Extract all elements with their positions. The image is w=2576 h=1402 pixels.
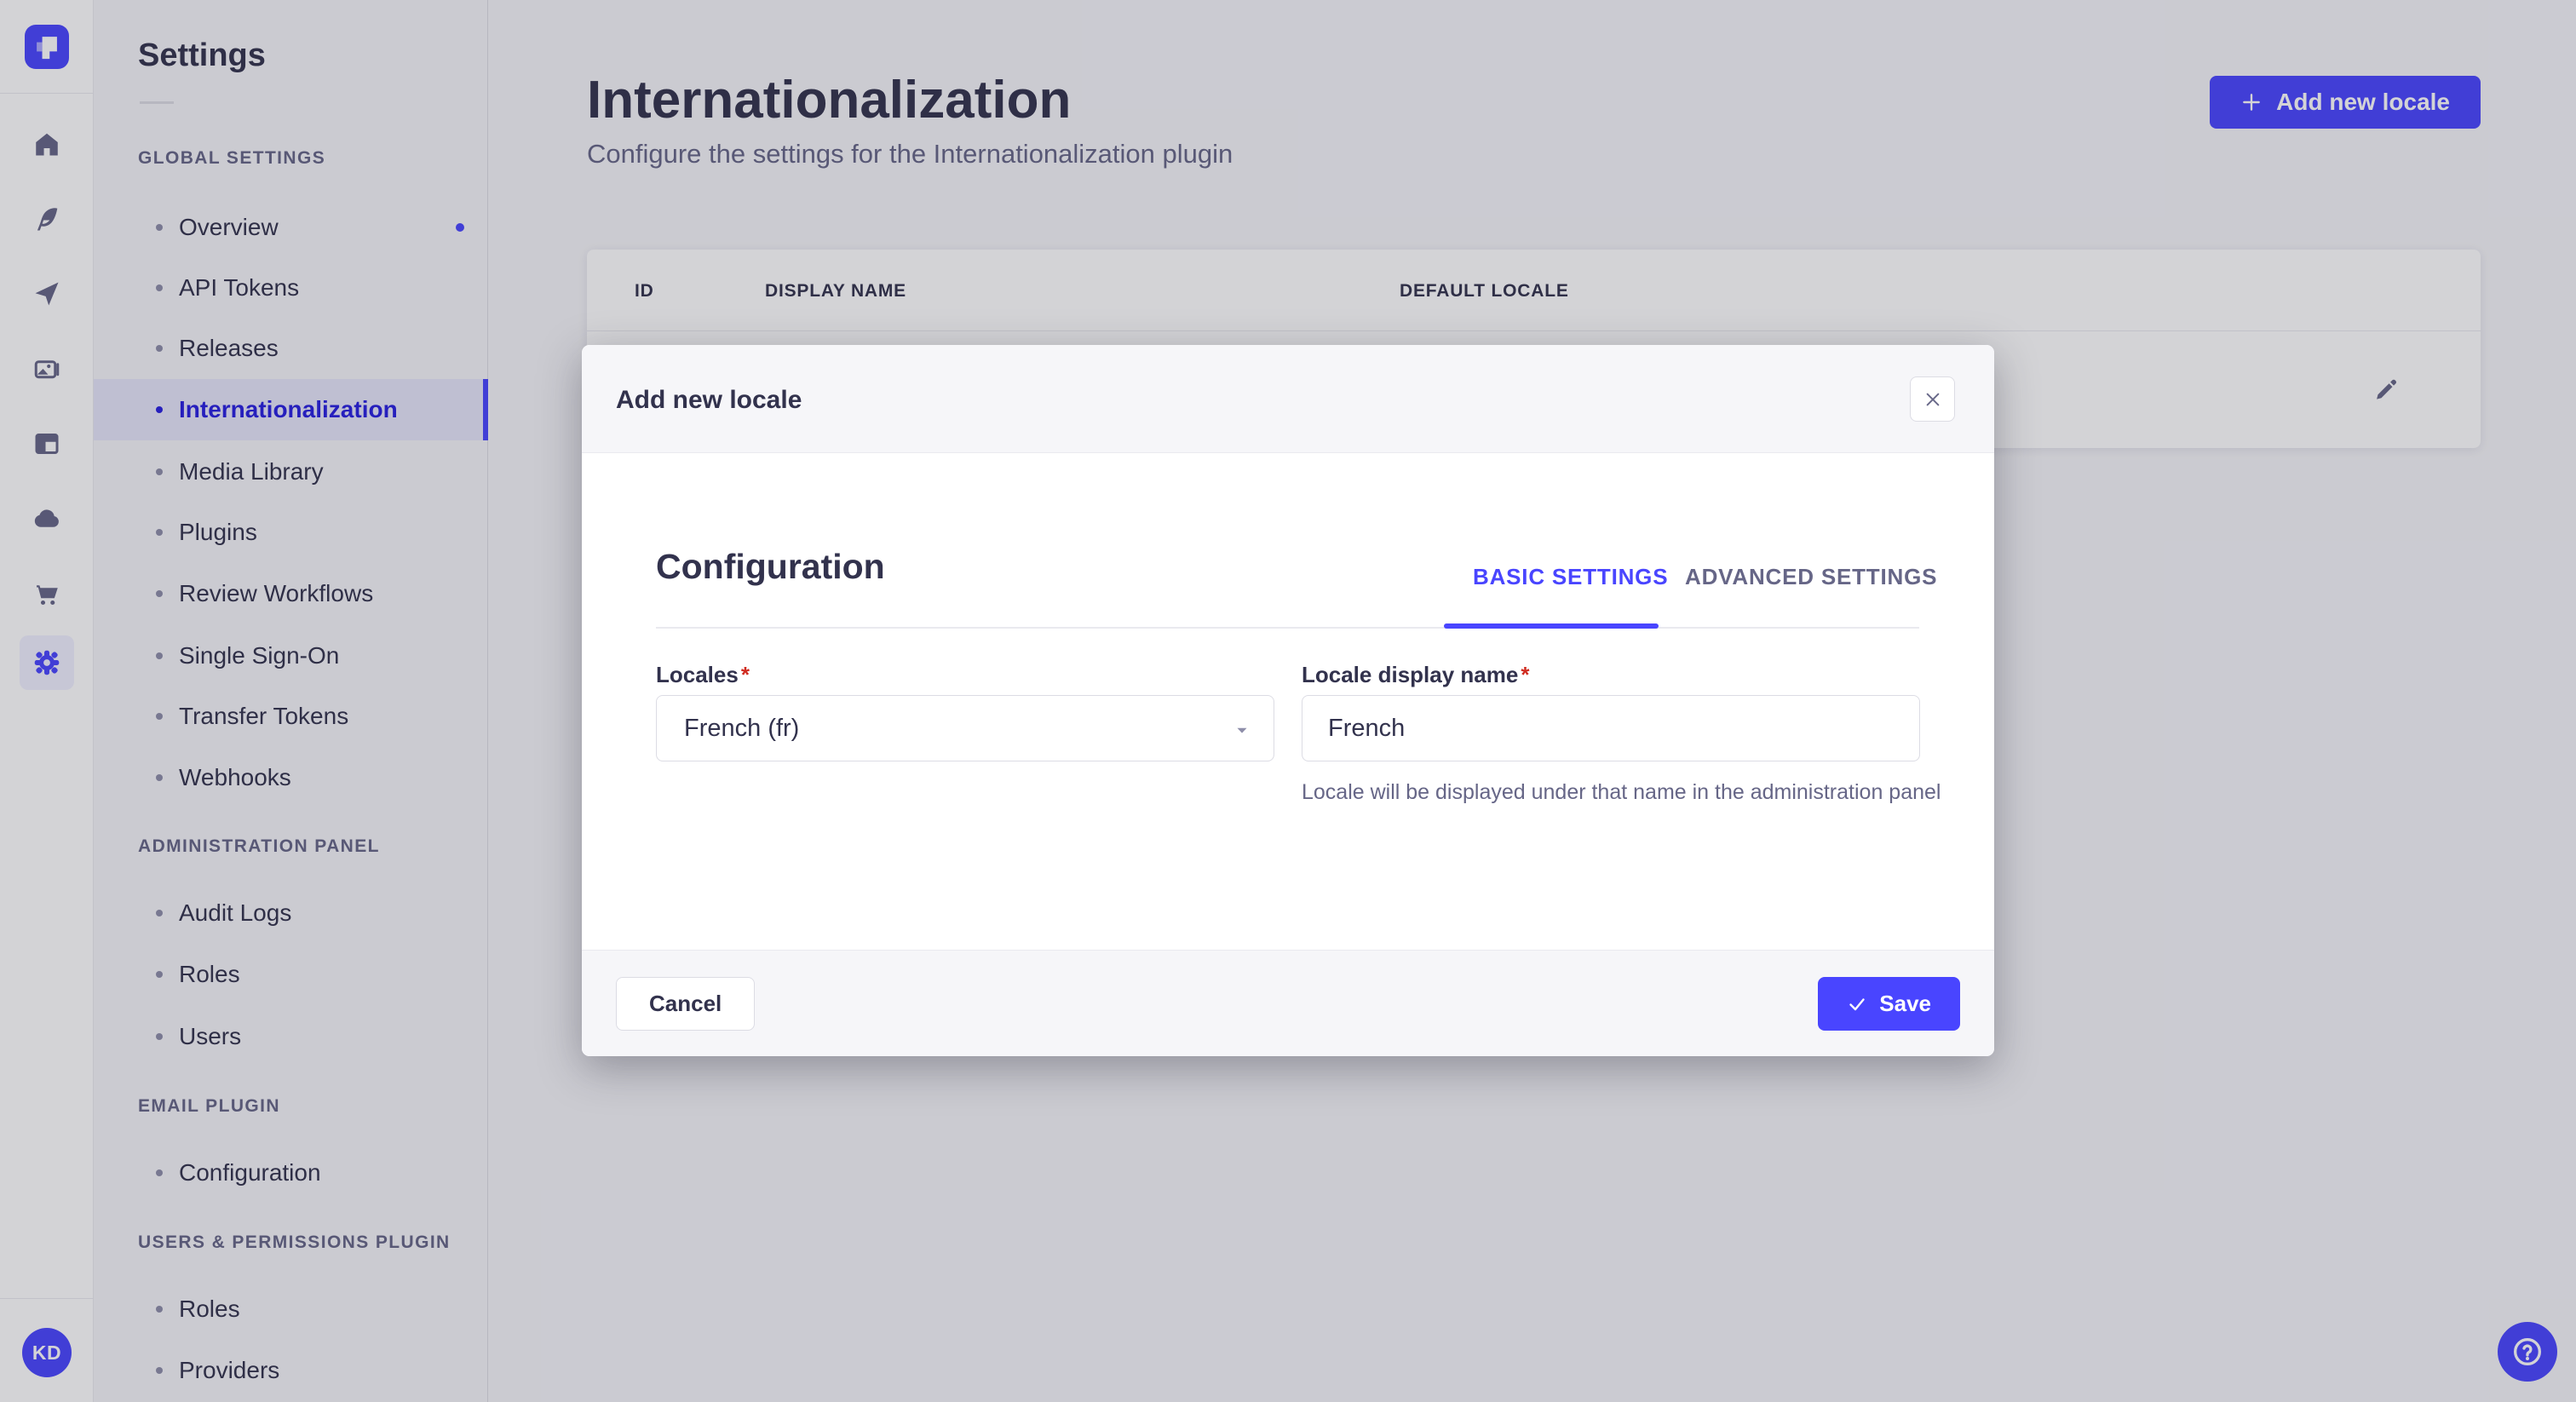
add-locale-modal: Add new locale Configuration BASIC SETTI… <box>582 345 1994 1056</box>
required-asterisk: * <box>1521 662 1530 687</box>
close-icon <box>1926 393 1939 405</box>
display-name-label: Locale display name * <box>1302 662 1530 687</box>
close-button[interactable] <box>1910 376 1955 422</box>
configuration-title: Configuration <box>656 547 885 586</box>
tabs-divider <box>656 627 1919 629</box>
display-name-input[interactable] <box>1302 695 1920 761</box>
tab-advanced-settings[interactable]: ADVANCED SETTINGS <box>1685 564 1937 590</box>
caret-down-icon <box>1237 727 1247 733</box>
modal-body: Configuration BASIC SETTINGS ADVANCED SE… <box>582 453 1994 950</box>
cancel-button[interactable]: Cancel <box>616 977 756 1031</box>
locales-select[interactable]: French (fr) <box>656 695 1274 761</box>
locales-label: Locales * <box>656 662 750 687</box>
locales-select-value: French (fr) <box>684 714 800 742</box>
display-name-hint: Locale will be displayed under that name… <box>1302 780 1941 804</box>
active-tab-underline <box>1444 623 1659 629</box>
check-icon <box>1849 997 1865 1010</box>
save-button[interactable]: Save <box>1818 977 1960 1031</box>
modal-footer: Cancel Save <box>582 950 1994 1056</box>
modal-title: Add new locale <box>616 386 802 414</box>
tab-basic-settings[interactable]: BASIC SETTINGS <box>1473 564 1668 590</box>
modal-header: Add new locale <box>582 345 1994 453</box>
required-asterisk: * <box>740 662 750 687</box>
